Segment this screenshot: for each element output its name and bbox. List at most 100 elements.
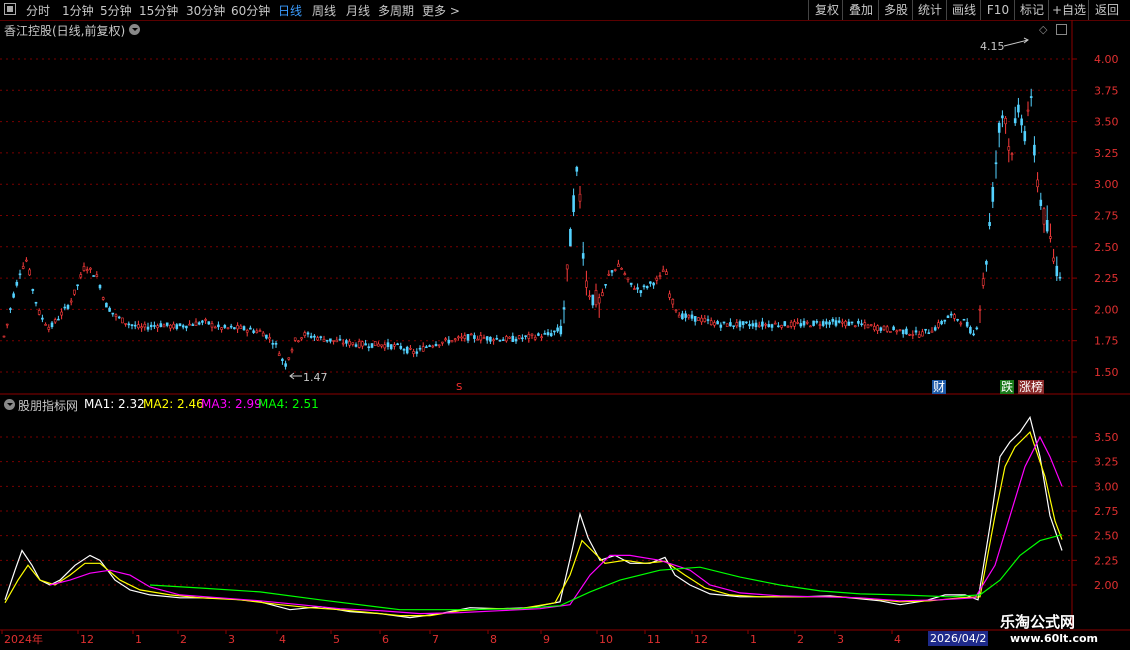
candle-body <box>524 335 527 337</box>
candle-body <box>114 314 118 317</box>
candle-body <box>831 318 835 322</box>
candle-body <box>268 337 271 340</box>
candle-body <box>917 334 921 338</box>
candle-body <box>674 309 678 312</box>
xaxis-label: 6 <box>382 633 389 646</box>
candle-body <box>879 327 883 331</box>
candle-body <box>853 325 857 328</box>
candle-body <box>341 342 345 345</box>
candle-body <box>933 327 937 331</box>
candle-body <box>898 329 902 332</box>
candle-body <box>729 322 732 327</box>
watermark-title: 乐淘公式网 <box>1000 613 1076 631</box>
candle-body <box>47 326 51 330</box>
candle-body <box>466 334 470 341</box>
candle-body <box>479 335 483 341</box>
drop-tag[interactable]: 跌 <box>1000 380 1015 394</box>
candle-body <box>41 317 44 320</box>
candle-body <box>533 336 537 340</box>
candle-body <box>540 336 543 339</box>
indicator-name[interactable]: 股朋指标网 <box>18 397 78 414</box>
candle-body <box>396 343 399 346</box>
candle-body <box>201 320 204 323</box>
candle-body <box>1033 144 1036 156</box>
xaxis-label: 2024年 <box>4 632 43 646</box>
candle-body <box>578 193 582 202</box>
candle-body <box>620 268 623 270</box>
watermark-url: www.60lt.com <box>1010 632 1099 645</box>
candle-body <box>521 337 524 340</box>
candle-body <box>175 324 179 329</box>
candle-body <box>697 317 700 321</box>
candle-body <box>559 325 563 335</box>
main-ytick-label: 4.00 <box>1094 53 1119 66</box>
candle-body <box>428 345 431 347</box>
candle-body <box>18 273 22 276</box>
xaxis-label: 11 <box>647 633 661 646</box>
candle-body <box>981 278 985 286</box>
candle-body <box>63 306 67 309</box>
candle-body <box>953 314 956 319</box>
candle-body <box>607 273 611 276</box>
candle-body <box>322 338 326 342</box>
candle-body <box>473 335 476 339</box>
xaxis-label: 4 <box>279 633 286 646</box>
candle-body <box>345 340 348 344</box>
candle-body <box>796 322 799 324</box>
xaxis-label: 10 <box>599 633 613 646</box>
candle-body <box>60 311 63 316</box>
candle-body <box>69 300 73 303</box>
xaxis-label: 7 <box>432 633 439 646</box>
rise-list-tag[interactable]: 涨榜 <box>1018 380 1045 394</box>
candle-body <box>1029 96 1033 98</box>
date-cursor-label: 2026/04/2 <box>928 631 989 646</box>
candle-body <box>889 331 892 333</box>
candle-body <box>988 222 991 227</box>
candle-body <box>489 336 492 342</box>
indicator-ytick-label: 3.00 <box>1094 480 1119 493</box>
candle-body <box>1052 257 1055 262</box>
candle-body <box>809 325 812 328</box>
candle-body <box>297 340 300 343</box>
candle-body <box>79 274 83 278</box>
candle-body <box>25 259 28 262</box>
s-marker[interactable]: S <box>455 381 463 395</box>
candle-body <box>713 322 716 326</box>
candle-body <box>837 320 841 323</box>
candle-body <box>325 339 329 342</box>
candle-body <box>588 295 591 298</box>
candle-body <box>780 325 783 328</box>
candle-body <box>271 343 275 345</box>
candle-body <box>585 280 588 288</box>
candle-body <box>825 321 828 325</box>
candle-body <box>972 333 975 336</box>
candle-body <box>393 344 396 347</box>
candle-body <box>293 337 297 341</box>
candle-body <box>95 274 99 277</box>
candle-body <box>1020 118 1023 126</box>
candle-body <box>815 321 819 323</box>
candle-body <box>121 317 124 324</box>
main-ytick-label: 3.50 <box>1094 116 1119 129</box>
candle-body <box>508 336 511 339</box>
candle-body <box>636 287 639 290</box>
candle-body <box>437 344 441 347</box>
candle-body <box>1001 115 1004 119</box>
candle-body <box>850 321 854 324</box>
candle-body <box>28 269 31 276</box>
candle-body <box>181 325 185 328</box>
finance-tag[interactable]: 财 <box>932 380 947 394</box>
candle-body <box>309 335 313 338</box>
candle-body <box>127 323 131 326</box>
candle-body <box>217 324 220 328</box>
candle-body <box>236 325 239 330</box>
candle-body <box>258 330 262 332</box>
candle-body <box>514 338 518 342</box>
indicator-ytick-label: 2.50 <box>1094 530 1119 543</box>
indicator-dropdown-icon[interactable] <box>4 399 15 410</box>
candle-body <box>1049 236 1052 239</box>
xaxis-label: 1 <box>750 633 757 646</box>
candle-body <box>498 339 502 342</box>
candle-body <box>764 323 767 326</box>
candle-body <box>722 321 726 324</box>
